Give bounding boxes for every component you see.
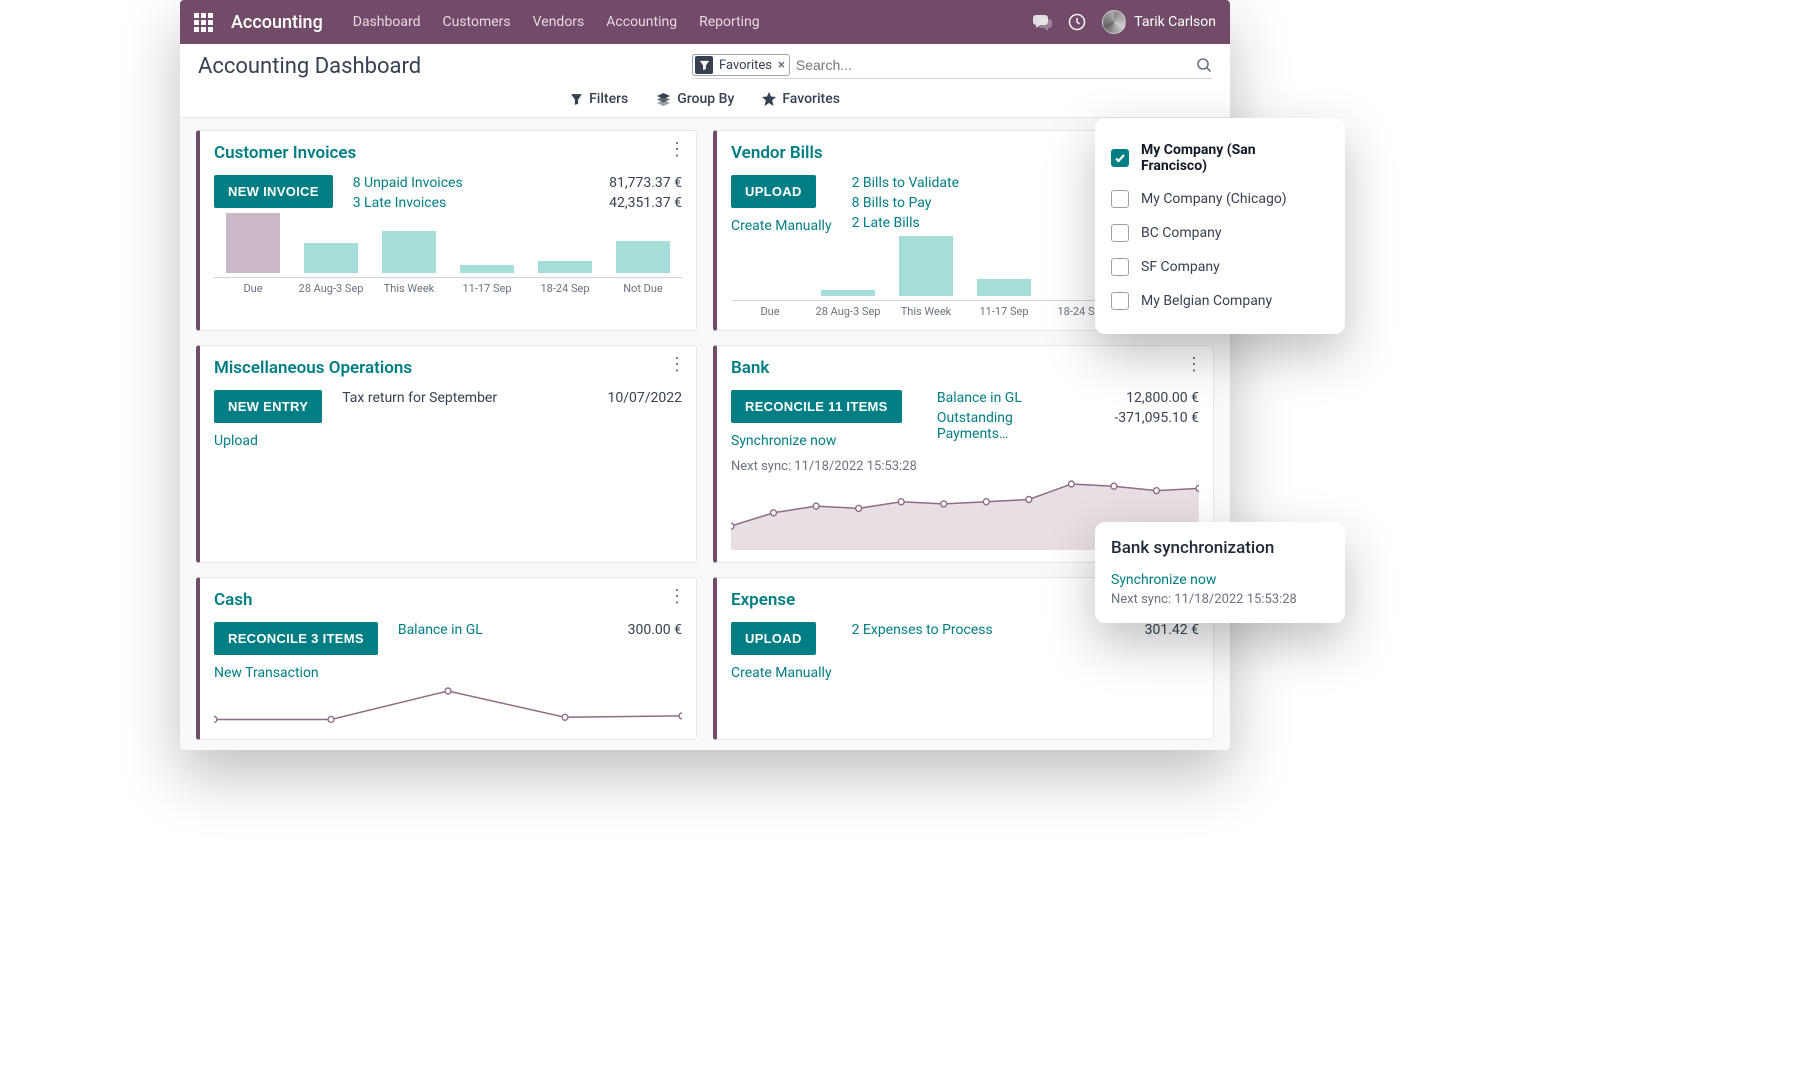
search-icon[interactable] (1196, 57, 1212, 73)
filters-button[interactable]: Filters (570, 91, 628, 107)
upload-expense-button[interactable]: UPLOAD (731, 622, 816, 655)
unpaid-invoices-link[interactable]: 8 Unpaid Invoices (353, 175, 552, 191)
company-option[interactable]: BC Company (1111, 216, 1321, 250)
popover-next-sync: Next sync: 11/18/2022 15:53:28 (1111, 592, 1321, 607)
kanban: ⋮ Customer Invoices NEW INVOICE 8 Unpaid… (180, 118, 1230, 750)
facet-label: Favorites (719, 58, 772, 73)
card-menu-icon[interactable]: ⋮ (1185, 356, 1203, 374)
reconcile-cash-button[interactable]: RECONCILE 3 ITEMS (214, 622, 378, 655)
popover-synchronize-link[interactable]: Synchronize now (1111, 572, 1321, 588)
customer-invoices-chart: Due28 Aug-3 SepThis Week11-17 Sep18-24 S… (214, 225, 682, 295)
control-panel: Accounting Dashboard Favorites × (180, 44, 1230, 118)
user-menu[interactable]: Tarik Carlson (1102, 10, 1216, 34)
upload-bill-button[interactable]: UPLOAD (731, 175, 816, 208)
reconcile-bank-button[interactable]: RECONCILE 11 ITEMS (731, 390, 902, 423)
card-title[interactable]: Cash (214, 590, 682, 610)
company-option[interactable]: My Belgian Company (1111, 284, 1321, 318)
card-title[interactable]: Customer Invoices (214, 143, 682, 163)
bills-to-pay-link[interactable]: 8 Bills to Pay (852, 195, 1069, 211)
search-input[interactable] (796, 57, 1190, 73)
bank-sync-popover: Bank synchronization Synchronize now Nex… (1095, 522, 1345, 623)
company-option[interactable]: SF Company (1111, 250, 1321, 284)
balance-gl-amount: 12,800.00 € (1089, 390, 1199, 406)
create-expense-manually-link[interactable]: Create Manually (731, 665, 832, 681)
tax-return-label: Tax return for September (342, 390, 552, 406)
checkbox-icon (1111, 292, 1129, 310)
app-brand[interactable]: Accounting (231, 12, 323, 33)
next-sync-text: Next sync: 11/18/2022 15:53:28 (731, 459, 917, 474)
navbar: Accounting Dashboard Customers Vendors A… (180, 0, 1230, 44)
outstanding-payments-link[interactable]: Outstanding Payments… (937, 410, 1069, 442)
new-invoice-button[interactable]: NEW INVOICE (214, 175, 333, 208)
balance-gl-link[interactable]: Balance in GL (937, 390, 1069, 406)
card-menu-icon[interactable]: ⋮ (668, 141, 686, 159)
company-label: My Company (San Francisco) (1141, 142, 1321, 174)
app-window: Accounting Dashboard Customers Vendors A… (180, 0, 1230, 750)
nav-links: Dashboard Customers Vendors Accounting R… (353, 14, 760, 30)
checkbox-icon (1111, 224, 1129, 242)
new-transaction-link[interactable]: New Transaction (214, 665, 319, 681)
card-menu-icon[interactable]: ⋮ (668, 356, 686, 374)
card-title[interactable]: Miscellaneous Operations (214, 358, 682, 378)
search-bar[interactable]: Favorites × (692, 54, 1212, 79)
expense-amount: 301.42 € (1089, 622, 1199, 638)
apps-icon[interactable] (194, 13, 213, 32)
company-label: SF Company (1141, 259, 1220, 275)
upload-entry-link[interactable]: Upload (214, 433, 258, 449)
facet-remove-icon[interactable]: × (778, 58, 785, 73)
funnel-icon (695, 56, 713, 74)
company-label: My Belgian Company (1141, 293, 1272, 309)
card-menu-icon[interactable]: ⋮ (668, 588, 686, 606)
card-customer-invoices: ⋮ Customer Invoices NEW INVOICE 8 Unpaid… (196, 130, 697, 331)
company-option[interactable]: My Company (Chicago) (1111, 182, 1321, 216)
outstanding-amount: -371,095.10 € (1089, 410, 1199, 426)
late-amount: 42,351.37 € (572, 195, 682, 211)
company-switcher-popover: My Company (San Francisco) My Company (Ch… (1095, 118, 1345, 334)
favorites-button[interactable]: Favorites (762, 91, 840, 107)
checkbox-icon (1111, 258, 1129, 276)
nav-reporting[interactable]: Reporting (699, 14, 760, 30)
user-name: Tarik Carlson (1134, 14, 1216, 30)
nav-customers[interactable]: Customers (443, 14, 511, 30)
groupby-button[interactable]: Group By (656, 91, 734, 107)
new-entry-button[interactable]: NEW ENTRY (214, 390, 322, 423)
card-cash: ⋮ Cash RECONCILE 3 ITEMS New Transaction… (196, 577, 697, 740)
activity-clock-icon[interactable] (1068, 13, 1086, 31)
company-label: My Company (Chicago) (1141, 191, 1287, 207)
late-bills-link[interactable]: 2 Late Bills (852, 215, 1069, 231)
cash-sparkline (214, 687, 682, 727)
tax-return-date: 10/07/2022 (572, 390, 682, 406)
checkbox-icon (1111, 149, 1129, 167)
popover-title: Bank synchronization (1111, 538, 1321, 558)
unpaid-amount: 81,773.37 € (572, 175, 682, 191)
page-title: Accounting Dashboard (198, 54, 421, 79)
checkbox-icon (1111, 190, 1129, 208)
cash-balance-amount: 300.00 € (572, 622, 682, 638)
company-label: BC Company (1141, 225, 1222, 241)
cash-balance-gl-link[interactable]: Balance in GL (398, 622, 552, 638)
late-invoices-link[interactable]: 3 Late Invoices (353, 195, 552, 211)
card-title[interactable]: Bank (731, 358, 1199, 378)
nav-accounting[interactable]: Accounting (606, 14, 677, 30)
avatar (1102, 10, 1126, 34)
synchronize-now-link[interactable]: Synchronize now (731, 433, 836, 449)
company-option[interactable]: My Company (San Francisco) (1111, 134, 1321, 182)
search-facet-favorites[interactable]: Favorites × (692, 54, 790, 76)
nav-vendors[interactable]: Vendors (533, 14, 585, 30)
nav-dashboard[interactable]: Dashboard (353, 14, 421, 30)
bills-to-validate-link[interactable]: 2 Bills to Validate (852, 175, 1069, 191)
expenses-to-process-link[interactable]: 2 Expenses to Process (852, 622, 1069, 638)
create-bill-manually-link[interactable]: Create Manually (731, 218, 832, 234)
messaging-icon[interactable] (1032, 13, 1052, 31)
card-misc-operations: ⋮ Miscellaneous Operations NEW ENTRY Upl… (196, 345, 697, 563)
